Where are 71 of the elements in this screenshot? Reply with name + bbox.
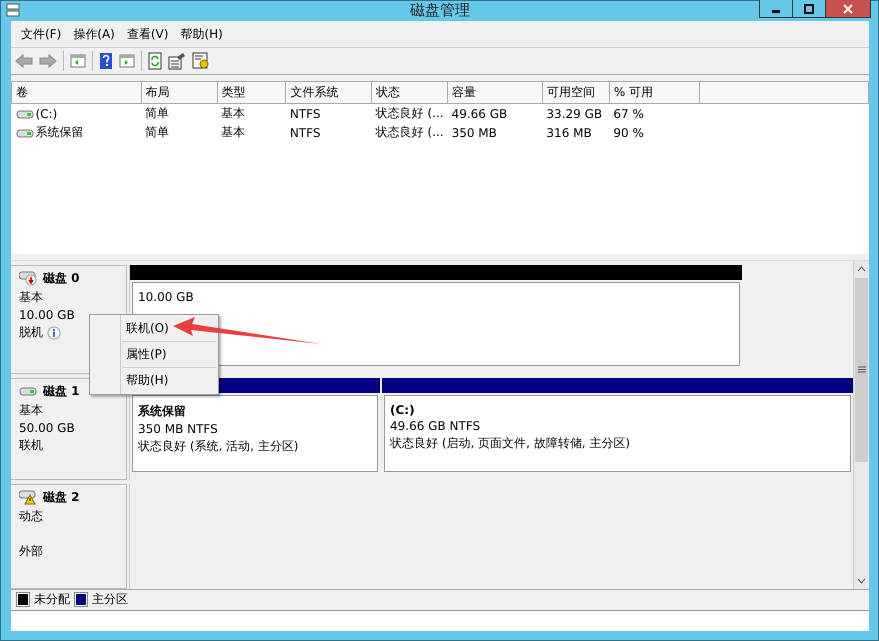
table-cell: 基本 bbox=[221, 106, 246, 120]
menu-item[interactable]: 帮助(H) bbox=[174, 24, 229, 44]
minimize-button[interactable] bbox=[759, 0, 793, 18]
menu-item[interactable]: 文件(F) bbox=[15, 24, 68, 44]
table-cell: 简单 bbox=[145, 125, 170, 139]
column-header[interactable]: 卷 bbox=[12, 82, 142, 104]
drive-warning-icon bbox=[19, 490, 37, 506]
info-icon bbox=[47, 326, 61, 340]
forward-icon[interactable] bbox=[39, 53, 57, 69]
disk-status: 外部 bbox=[19, 543, 43, 560]
column-header[interactable]: 类型 bbox=[217, 82, 286, 104]
column-header[interactable]: 容量 bbox=[448, 82, 542, 104]
column-header[interactable]: 可用空间 bbox=[542, 82, 610, 104]
maximize-icon bbox=[804, 4, 814, 14]
partition-text: 350 MB NTFS bbox=[138, 422, 219, 436]
table-cell: 350 MB bbox=[452, 126, 497, 140]
legend-label: 主分区 bbox=[92, 590, 128, 608]
table-cell: 67 % bbox=[613, 106, 644, 120]
back-icon[interactable] bbox=[15, 53, 33, 69]
table-cell: 状态良好 (... bbox=[376, 125, 444, 139]
column-header[interactable]: 布局 bbox=[141, 82, 218, 104]
partition-text: 10.00 GB bbox=[138, 290, 195, 304]
disk-name: 磁盘 1 bbox=[43, 382, 80, 400]
panel-icon[interactable] bbox=[70, 53, 86, 69]
app-icon bbox=[5, 2, 21, 18]
table-cell: 90 % bbox=[613, 126, 644, 140]
partition-title: (C:) bbox=[390, 402, 416, 417]
table-cell: 33.29 GB bbox=[546, 106, 602, 120]
minimize-icon bbox=[772, 10, 780, 13]
close-icon bbox=[843, 4, 853, 14]
scrollbar-thumb[interactable] bbox=[855, 278, 868, 462]
column-header[interactable]: % 可用 bbox=[609, 82, 700, 104]
table-cell: (C:) bbox=[36, 106, 58, 120]
partition-text: 49.66 GB NTFS bbox=[390, 418, 482, 433]
properties-icon[interactable] bbox=[168, 52, 186, 70]
disk-size: 10.00 GB bbox=[19, 308, 76, 322]
window-title: 磁盘管理 bbox=[410, 1, 470, 20]
column-header[interactable]: 文件系统 bbox=[286, 82, 372, 104]
table-cell: 状态良好 (... bbox=[376, 106, 444, 120]
settings-icon[interactable] bbox=[192, 52, 210, 70]
table-cell: 系统保留 bbox=[36, 124, 84, 141]
disk-status: 联机 bbox=[19, 436, 43, 454]
legend-label: 未分配 bbox=[34, 590, 70, 608]
menu-item[interactable]: 操作(A) bbox=[67, 24, 121, 44]
column-header[interactable]: 状态 bbox=[372, 82, 448, 104]
table-cell: 316 MB bbox=[546, 126, 592, 140]
partition-box[interactable]: 系统保留 350 MB NTFS 状态良好 (系统, 活动, 主分区) bbox=[130, 392, 380, 474]
table-cell: 基本 bbox=[221, 125, 246, 139]
partition-text: 状态良好 (启动, 页面文件, 故障转储, 主分区) bbox=[390, 434, 632, 452]
panel-icon[interactable] bbox=[119, 53, 135, 69]
disk-type: 动态 bbox=[19, 508, 44, 526]
disk-size: 50.00 GB bbox=[19, 420, 76, 435]
disk-type: 基本 bbox=[19, 289, 44, 306]
close-button[interactable] bbox=[825, 0, 871, 18]
menu-item[interactable]: 帮助(H) bbox=[122, 369, 172, 392]
table-cell: NTFS bbox=[290, 126, 320, 140]
partition-title: 系统保留 bbox=[138, 402, 187, 420]
menu-item[interactable]: 查看(V) bbox=[120, 24, 174, 44]
partition-box[interactable]: (C:) 49.66 GB NTFS 状态良好 (启动, 页面文件, 故障转储, 主分区) bbox=[382, 392, 853, 474]
disk-name: 磁盘 2 bbox=[43, 489, 80, 506]
table-cell: 49.66 GB bbox=[452, 106, 508, 120]
disk-type: 基本 bbox=[19, 402, 44, 419]
maximize-button[interactable] bbox=[792, 0, 826, 18]
partition-text: 状态良好 (系统, 活动, 主分区) bbox=[138, 438, 300, 455]
help-icon[interactable] bbox=[99, 52, 113, 70]
table-cell: 简单 bbox=[145, 106, 170, 120]
disk-name: 磁盘 0 bbox=[43, 270, 80, 287]
drive-offline-icon bbox=[19, 271, 37, 286]
disk-status: 脱机 bbox=[19, 324, 43, 341]
table-cell: NTFS bbox=[290, 106, 320, 120]
refresh-icon[interactable] bbox=[148, 52, 162, 70]
